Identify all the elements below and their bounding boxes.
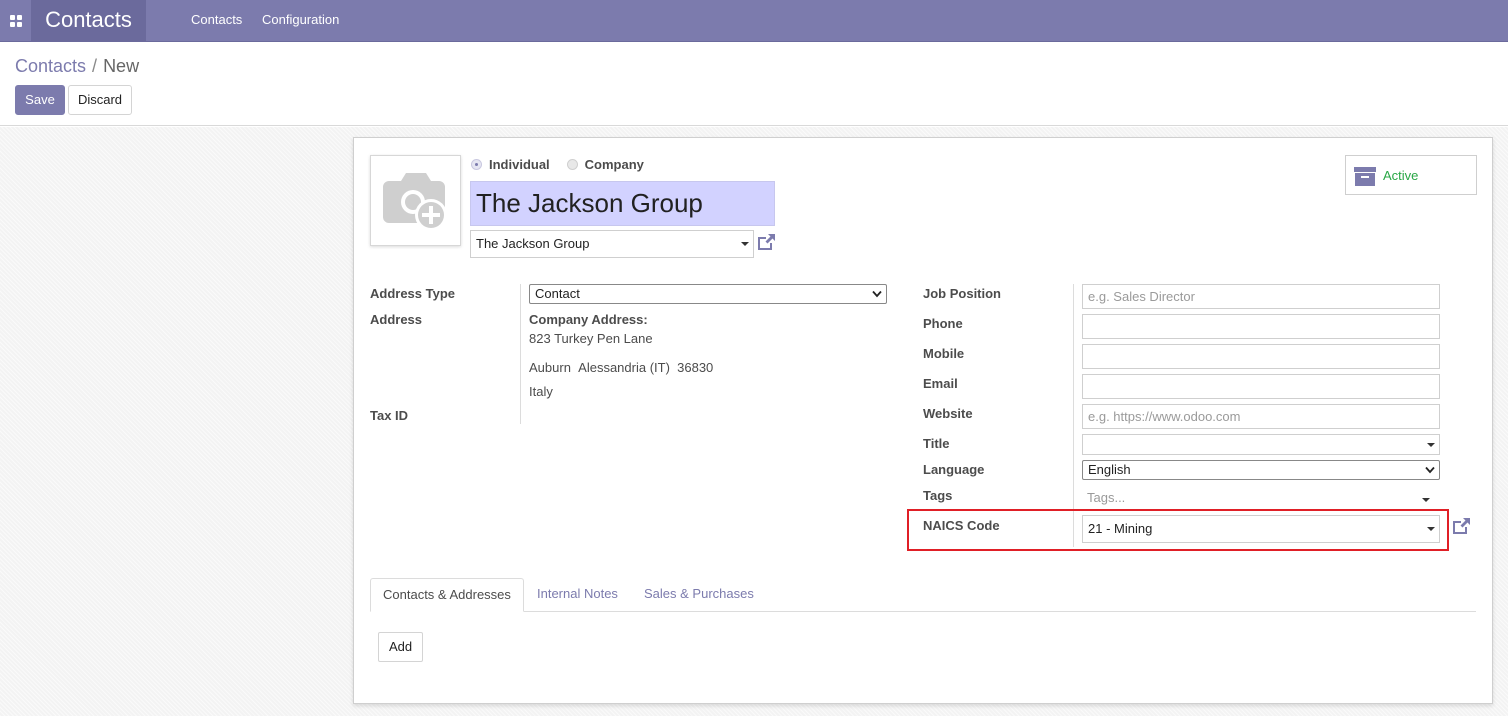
tags-placeholder: Tags... [1087, 490, 1126, 505]
email-label: Email [923, 376, 958, 391]
individual-radio-label[interactable]: Individual [489, 157, 550, 172]
address-type-select[interactable]: Contact [529, 284, 887, 304]
apps-menu-button[interactable] [0, 0, 31, 42]
email-input[interactable] [1082, 374, 1440, 399]
address-type-value: Contact [535, 286, 580, 301]
tags-input[interactable]: Tags... [1082, 486, 1440, 510]
company-radio[interactable] [566, 159, 578, 170]
country-value: Italy [529, 384, 553, 399]
top-navbar: Contacts Contacts Configuration [0, 0, 1508, 42]
company-select-value: The Jackson Group [476, 236, 590, 251]
title-label: Title [923, 436, 950, 451]
chevron-down-icon [1422, 498, 1430, 502]
form-sheet: Individual Company The Jackson Group The… [353, 137, 1493, 704]
mobile-label: Mobile [923, 346, 965, 361]
tab-sales-purchases[interactable]: Sales & Purchases [644, 578, 754, 612]
city-state-zip: Auburn Alessandria (IT) 36830 [529, 360, 713, 375]
job-position-input[interactable]: e.g. Sales Director [1082, 284, 1440, 309]
street-value: 823 Turkey Pen Lane [529, 331, 653, 346]
external-link-icon[interactable] [756, 233, 776, 251]
chevron-down-icon [1425, 466, 1435, 474]
breadcrumb-separator: / [92, 56, 98, 76]
job-position-placeholder: e.g. Sales Director [1088, 289, 1195, 304]
discard-button[interactable]: Discard [68, 85, 132, 115]
apps-grid-icon [9, 15, 22, 27]
archive-box-icon [1354, 167, 1376, 186]
website-label: Website [923, 406, 973, 421]
individual-radio[interactable] [471, 159, 482, 170]
city-value: Auburn [529, 360, 571, 375]
left-group-separator [520, 284, 521, 424]
company-radio-label[interactable]: Company [585, 157, 644, 172]
app-brand[interactable]: Contacts [31, 0, 146, 42]
address-type-label: Address Type [370, 286, 456, 301]
menu-contacts[interactable]: Contacts [191, 0, 242, 42]
camera-plus-icon [383, 173, 447, 231]
notebook-tabs: Contacts & Addresses Internal Notes Sale… [370, 578, 1476, 612]
tab-internal-notes[interactable]: Internal Notes [537, 578, 618, 612]
add-contact-button[interactable]: Add [378, 632, 424, 662]
breadcrumb-contacts[interactable]: Contacts [15, 56, 86, 76]
title-select[interactable] [1082, 434, 1440, 455]
menu-configuration[interactable]: Configuration [262, 0, 339, 42]
tax-id-label: Tax ID [370, 408, 409, 423]
address-label: Address [370, 312, 423, 327]
language-label: Language [923, 462, 985, 477]
chevron-down-icon [1427, 443, 1435, 447]
language-value: English [1088, 462, 1131, 477]
active-label: Active [1383, 168, 1419, 183]
chevron-down-icon [741, 242, 749, 246]
company-type-radio-group: Individual Company [471, 157, 644, 172]
tab-contacts-addresses[interactable]: Contacts & Addresses [370, 578, 524, 612]
breadcrumb: Contacts / New [15, 56, 139, 77]
company-address-heading: Company Address: [529, 312, 648, 327]
active-toggle-button[interactable]: Active [1345, 155, 1477, 195]
website-input[interactable]: e.g. https://www.odoo.com [1082, 404, 1440, 429]
chevron-down-icon [872, 290, 882, 298]
job-position-label: Job Position [923, 286, 1001, 301]
avatar-upload[interactable] [370, 155, 461, 246]
contact-name-input[interactable]: The Jackson Group [470, 181, 775, 226]
mobile-input[interactable] [1082, 344, 1440, 369]
control-panel: Contacts / New Save Discard [0, 43, 1508, 126]
language-select[interactable]: English [1082, 460, 1440, 480]
external-link-icon[interactable] [1451, 517, 1471, 535]
phone-input[interactable] [1082, 314, 1440, 339]
save-button[interactable]: Save [15, 85, 65, 115]
right-group-separator [1073, 284, 1074, 547]
tags-label: Tags [923, 488, 953, 503]
company-select[interactable]: The Jackson Group [470, 230, 754, 258]
zip-value: 36830 [677, 360, 714, 375]
breadcrumb-current: New [103, 56, 140, 76]
naics-highlight-box [907, 509, 1449, 551]
state-value: Alessandria (IT) [578, 360, 670, 375]
website-placeholder: e.g. https://www.odoo.com [1088, 409, 1241, 424]
phone-label: Phone [923, 316, 963, 331]
